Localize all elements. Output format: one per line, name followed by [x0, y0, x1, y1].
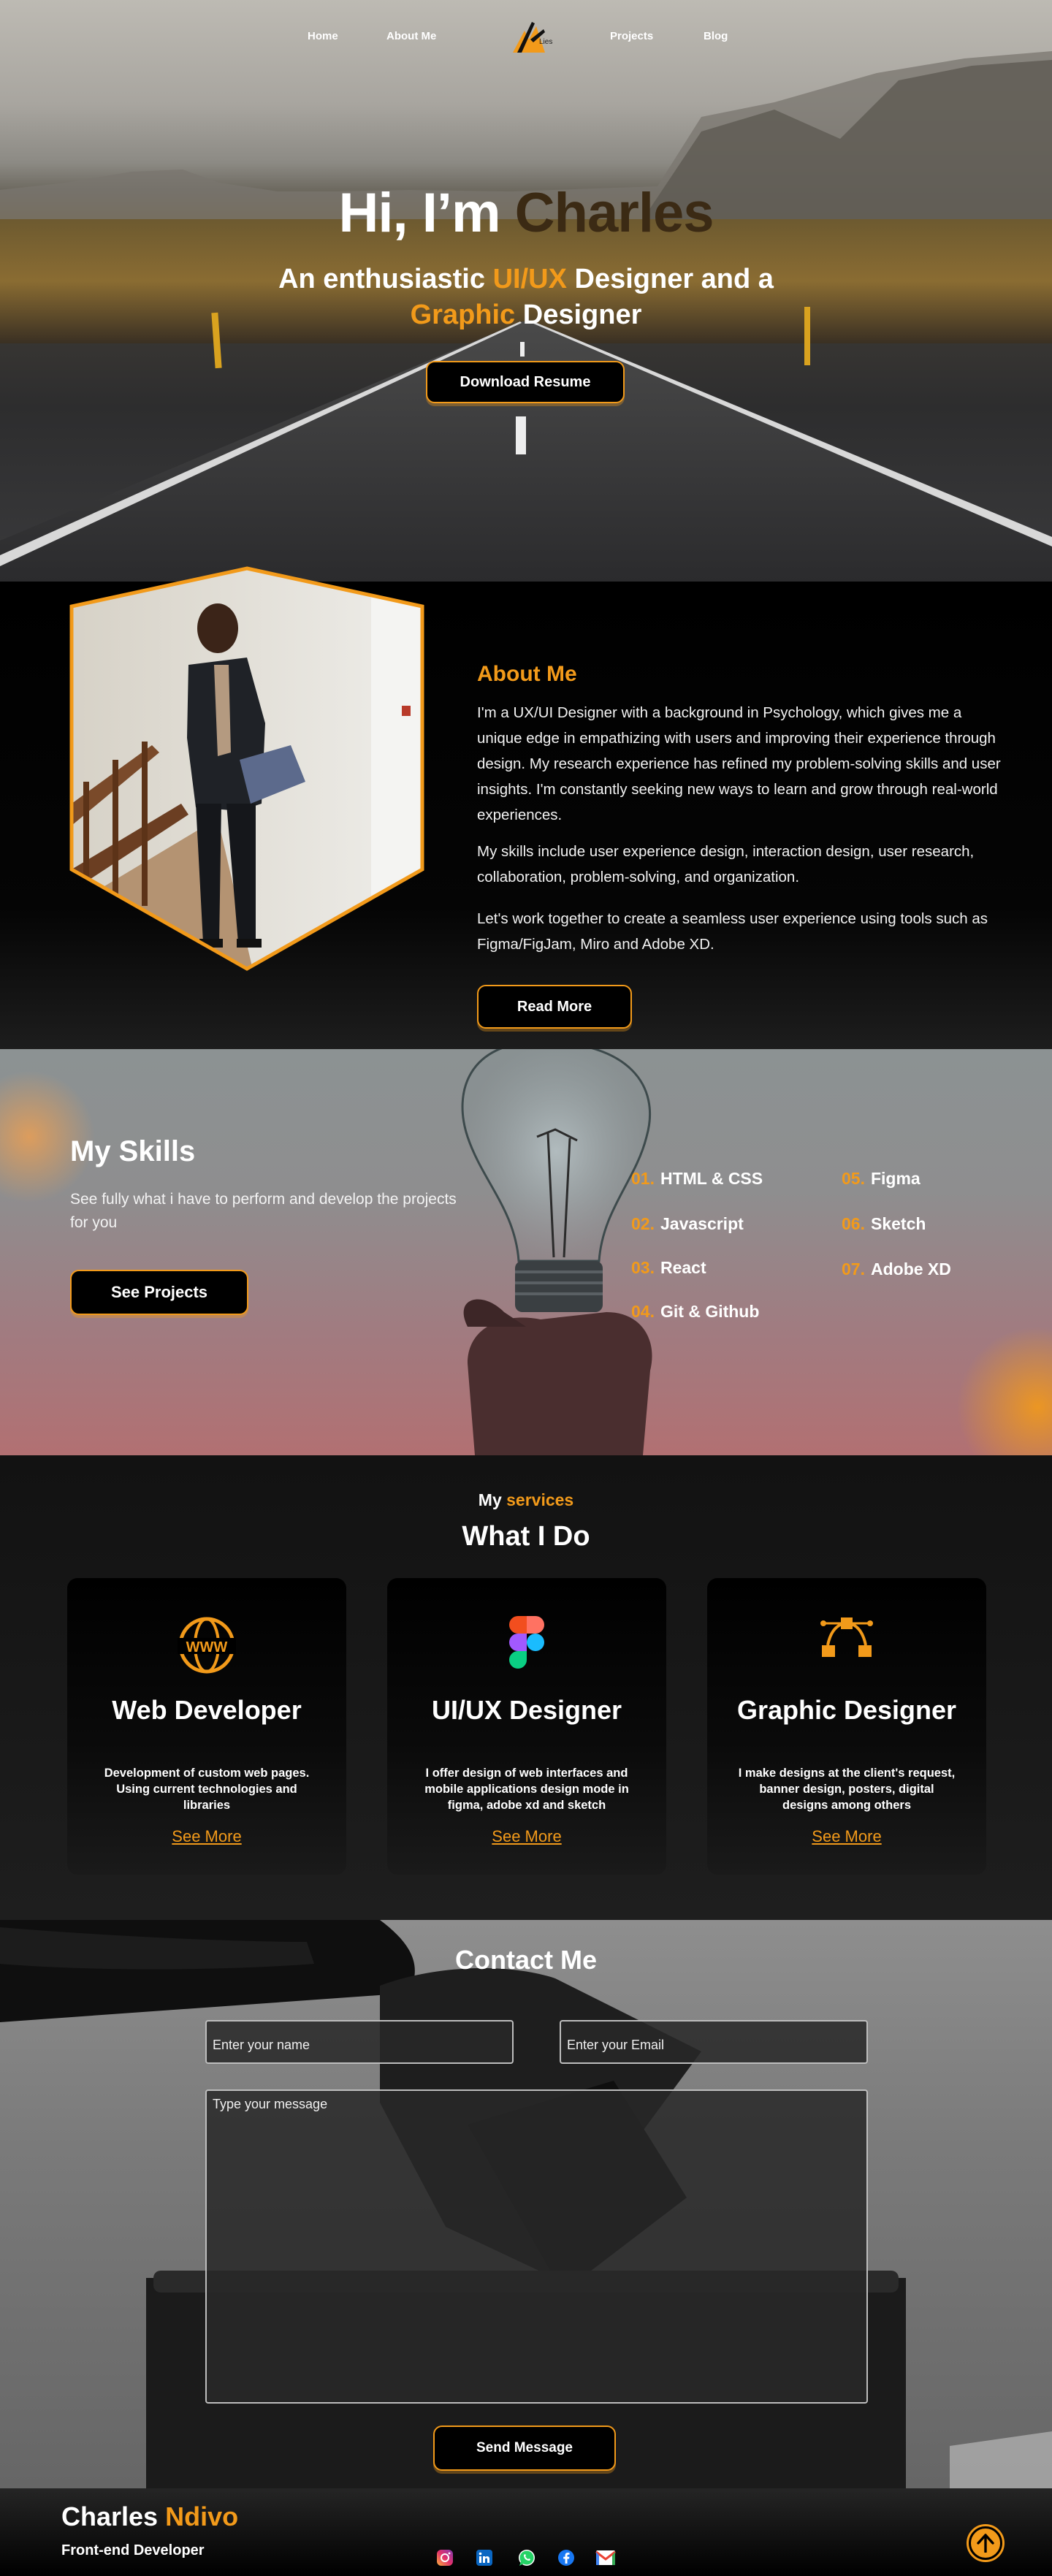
services-pretitle-accent: services: [506, 1490, 574, 1509]
services-title: What I Do: [462, 1521, 590, 1552]
skill-item: 04. Git & Github: [631, 1302, 759, 1322]
send-message-button[interactable]: Send Message: [433, 2426, 616, 2471]
skill-item: 01. HTML & CSS: [631, 1169, 763, 1189]
skill-name: HTML & CSS: [660, 1169, 763, 1188]
name-input[interactable]: [205, 2020, 514, 2064]
service-card: Graphic Designer I make designs at the c…: [707, 1578, 986, 1875]
skill-name: Sketch: [870, 1214, 926, 1233]
vector-pen-icon: [707, 1616, 986, 1674]
profile-photo: [69, 566, 424, 971]
arrow-up-icon: [977, 2534, 994, 2553]
services-pretitle-text: My: [478, 1490, 502, 1509]
service-title: Web Developer: [112, 1695, 302, 1725]
skill-name: Javascript: [660, 1214, 744, 1233]
skill-item: 07. Adobe XD: [842, 1260, 951, 1279]
instagram-icon[interactable]: [434, 2547, 456, 2569]
footer-role: Front-end Developer: [61, 2542, 205, 2558]
service-description: I make designs at the client's request, …: [738, 1767, 956, 1812]
skills-background-image: [0, 1049, 1052, 1455]
service-title: Graphic Designer: [736, 1695, 957, 1725]
footer-first-name: Charles: [61, 2501, 159, 2531]
scroll-to-top-button[interactable]: [967, 2524, 1005, 2562]
hero-section: Home About Me Projects Blog Lies Hi, I’m…: [0, 0, 1052, 582]
svg-text:WWW: WWW: [186, 1639, 228, 1655]
skill-name: React: [660, 1258, 706, 1277]
email-input[interactable]: [560, 2020, 868, 2064]
facebook-icon[interactable]: [555, 2547, 577, 2569]
about-paragraph: My skills include user experience design…: [477, 843, 975, 885]
skill-item: 06. Sketch: [842, 1214, 926, 1234]
service-description: I offer design of web interfaces and mob…: [424, 1767, 629, 1812]
gmail-icon[interactable]: [595, 2547, 617, 2569]
contact-section: Contact Me Send Message: [0, 1920, 1052, 2488]
hero-subtitle-accent: UI/UX: [492, 264, 567, 294]
hero-subtitle-accent: Graphic: [410, 300, 516, 330]
services-section: My services What I Do WWW Web Developer …: [0, 1455, 1052, 1920]
nav-home-link[interactable]: Home: [308, 28, 338, 45]
footer-last-name: Ndivo: [165, 2501, 239, 2531]
logo-icon: Lies: [513, 22, 552, 53]
about-title: About Me: [477, 662, 577, 686]
see-more-link[interactable]: See More: [67, 1827, 346, 1846]
about-paragraph: Let's work together to create a seamless…: [477, 910, 988, 953]
hero-greeting: Hi, I’m: [338, 182, 501, 244]
see-more-link[interactable]: See More: [387, 1827, 666, 1846]
skill-number: 06.: [842, 1214, 865, 1233]
skill-number: 05.: [842, 1169, 865, 1188]
skills-description: See fully what i have to perform and dev…: [70, 1191, 457, 1231]
hero-subtitle-text: An enthusiastic: [278, 264, 486, 294]
hero-subtitle-text: Designer: [522, 300, 642, 330]
skills-section: My Skills See fully what i have to perfo…: [0, 1049, 1052, 1455]
nav-about-link[interactable]: About Me: [386, 28, 436, 45]
hero-subtitle: An enthusiastic UI/UX Designer and a Gra…: [234, 262, 818, 333]
linkedin-icon[interactable]: [473, 2547, 495, 2569]
message-textarea[interactable]: [205, 2089, 868, 2404]
services-pretitle: My services: [0, 1490, 1052, 1510]
figma-icon: [387, 1616, 666, 1674]
skill-number: 02.: [631, 1214, 655, 1233]
nav-blog-link[interactable]: Blog: [704, 28, 728, 45]
site-logo[interactable]: Lies: [508, 15, 560, 60]
nav-projects-link[interactable]: Projects: [610, 28, 653, 45]
skill-number: 04.: [631, 1302, 655, 1321]
hero-name: Charles: [514, 182, 714, 244]
skill-number: 03.: [631, 1258, 655, 1277]
service-card: WWW Web Developer Development of custom …: [67, 1578, 346, 1875]
skill-name: Git & Github: [660, 1302, 760, 1321]
skill-number: 01.: [631, 1169, 655, 1188]
skill-item: 02. Javascript: [631, 1214, 744, 1234]
service-description: Development of custom web pages. Using c…: [104, 1767, 310, 1812]
svg-text:Lies: Lies: [539, 38, 552, 46]
skill-item: 05. Figma: [842, 1169, 920, 1189]
about-paragraph: I'm a UX/UI Designer with a background i…: [477, 704, 1001, 823]
download-resume-button[interactable]: Download Resume: [426, 361, 625, 403]
see-projects-button[interactable]: See Projects: [70, 1270, 248, 1315]
about-section: About Me I'm a UX/UI Designer with a bac…: [0, 566, 1052, 1049]
skills-title: My Skills: [70, 1135, 196, 1167]
skill-number: 07.: [842, 1260, 865, 1279]
contact-title: Contact Me: [454, 1945, 597, 1975]
hero-subtitle-text: Designer and a: [574, 264, 774, 294]
skill-name: Adobe XD: [870, 1260, 951, 1279]
skill-item: 03. React: [631, 1258, 706, 1278]
footer: Charles Ndivo Front-end Developer: [0, 2488, 1052, 2576]
service-title: UI/UX Designer: [431, 1695, 622, 1725]
hero-heading: Hi, I’m Charles: [0, 181, 1052, 245]
footer-brand: Charles Ndivo: [61, 2501, 238, 2532]
service-card: UI/UX Designer I offer design of web int…: [387, 1578, 666, 1875]
see-more-link[interactable]: See More: [707, 1827, 986, 1846]
skill-name: Figma: [870, 1169, 920, 1188]
globe-www-icon: WWW: [67, 1616, 346, 1674]
whatsapp-icon[interactable]: [516, 2547, 538, 2569]
read-more-button[interactable]: Read More: [477, 985, 632, 1029]
